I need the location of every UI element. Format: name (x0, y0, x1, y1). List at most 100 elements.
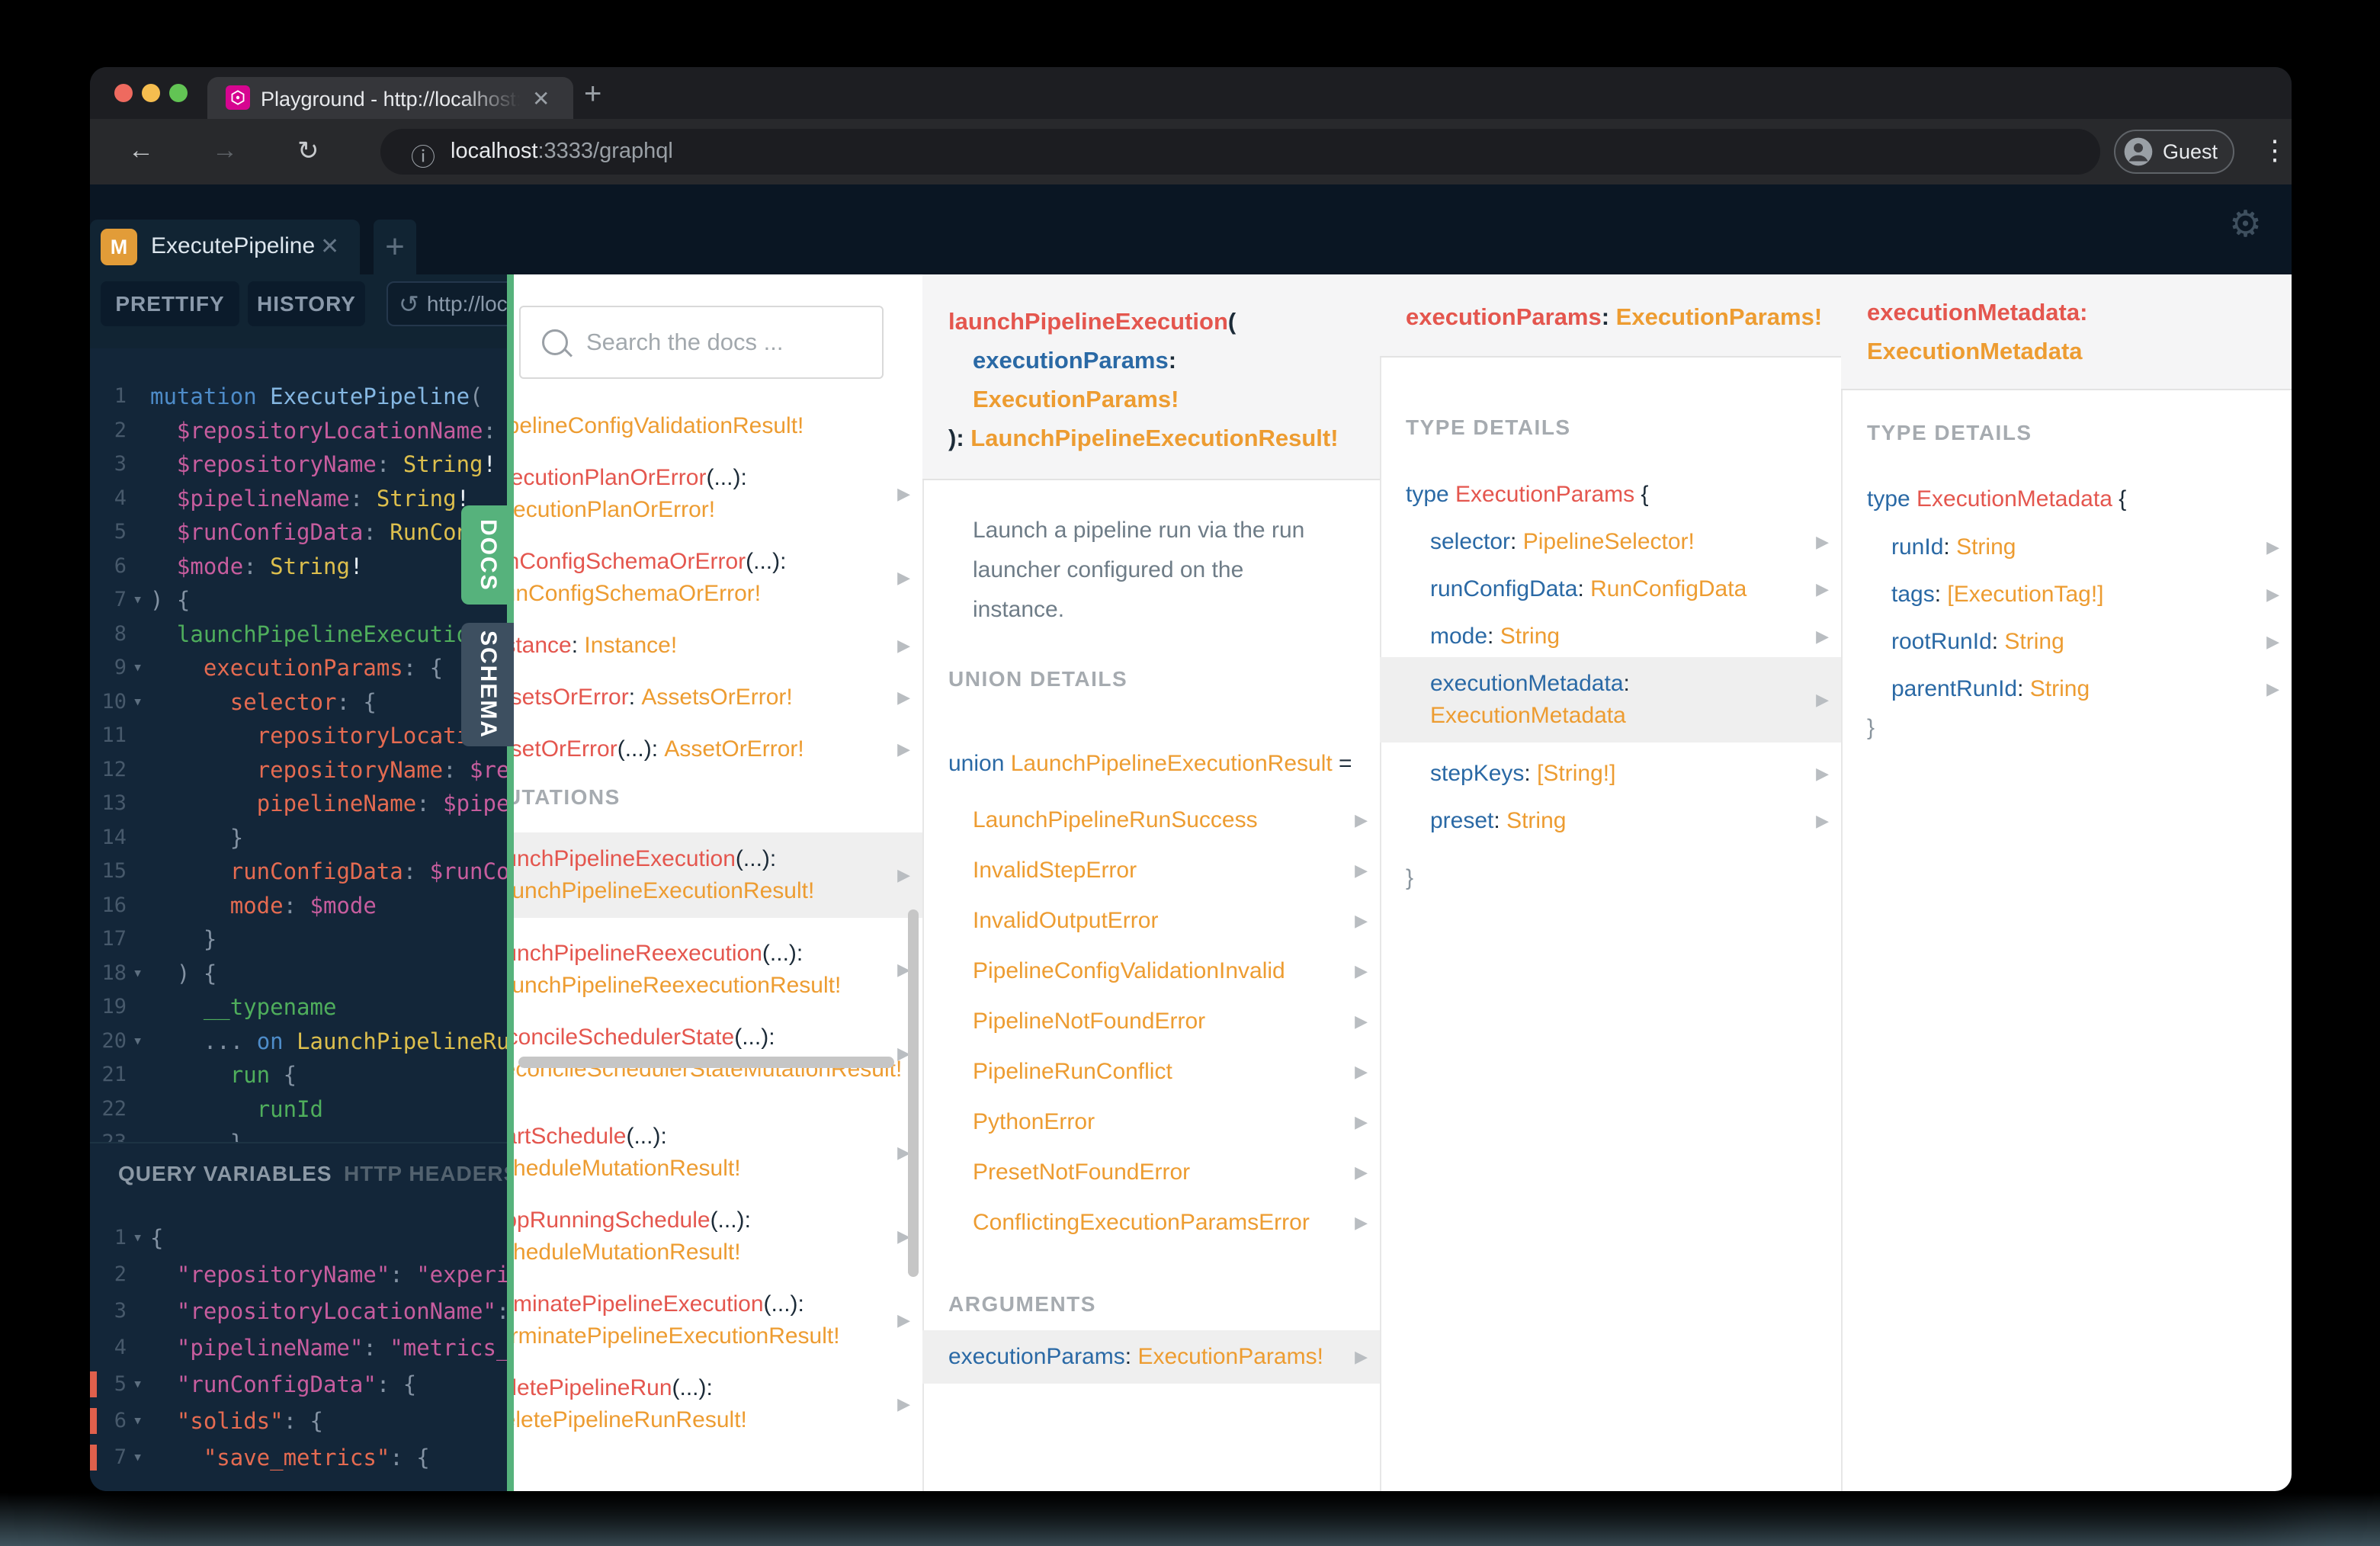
type-field[interactable]: runConfigData: RunConfigData ▶ (1380, 573, 1841, 605)
address-bar[interactable]: ⓘ localhost:3333/graphql (380, 129, 2100, 175)
tab-http-headers[interactable]: HTTP HEADERS (344, 1162, 507, 1186)
browser-tab[interactable]: Playground - http://localhost:3 ✕ (207, 77, 573, 119)
expand-arrow-icon[interactable]: ▶ (2266, 579, 2279, 611)
query-code-area[interactable]: 1 mutation ExecutePipeline(2 $repositoryL… (90, 348, 507, 1142)
tab-query-variables[interactable]: QUERY VARIABLES (118, 1162, 332, 1186)
doc-item[interactable]: startSchedule(...):ScheduleMutationResul… (514, 1121, 922, 1185)
fold-caret-icon[interactable]: ▾ (133, 1439, 143, 1476)
type-field[interactable]: rootRunId: String ▶ (1841, 626, 2292, 658)
union-member[interactable]: PipelineNotFoundError ▶ (973, 1006, 1380, 1038)
tab-close-icon[interactable]: ✕ (532, 86, 550, 111)
fold-caret-icon[interactable]: ▾ (133, 1220, 143, 1256)
type-field[interactable]: tags: [ExecutionTag!] ▶ (1841, 579, 2292, 611)
endpoint-input[interactable]: ↺ http://loc (387, 281, 507, 326)
expand-arrow-icon[interactable]: ▶ (897, 630, 910, 662)
expand-arrow-icon[interactable]: ▶ (897, 1304, 910, 1336)
expand-arrow-icon[interactable]: ▶ (1816, 573, 1829, 605)
session-tab[interactable]: M ExecutePipeline ✕ (90, 220, 360, 274)
doc-item[interactable]: reconcileSchedulerState(...):ReconcileSc… (514, 1022, 922, 1086)
union-member[interactable]: PipelineConfigValidationInvalid ▶ (973, 955, 1380, 987)
union-member[interactable]: LaunchPipelineRunSuccess ▶ (973, 804, 1380, 836)
schema-side-tab[interactable]: SCHEMA (461, 623, 515, 746)
expand-arrow-icon[interactable]: ▶ (1816, 526, 1829, 558)
fold-caret-icon[interactable]: ▾ (133, 583, 143, 617)
browser-menu-icon[interactable]: ⋮ (2261, 134, 2289, 166)
back-icon[interactable]: ← (128, 136, 154, 165)
union-member[interactable]: PipelineRunConflict ▶ (973, 1056, 1380, 1088)
minimize-window-button[interactable] (142, 84, 160, 102)
prettify-button[interactable]: PRETTIFY (101, 281, 239, 326)
endpoint-reload-icon[interactable]: ↺ (399, 290, 419, 319)
union-member[interactable]: PresetNotFoundError ▶ (973, 1156, 1380, 1188)
doc-item[interactable]: executionPlanOrError(...):ExecutionPlanO… (514, 462, 922, 526)
profile-chip[interactable]: Guest (2114, 130, 2234, 174)
doc-item[interactable]: PipelineConfigValidationResult! (514, 410, 922, 442)
expand-arrow-icon[interactable]: ▶ (897, 859, 910, 891)
docs-search-input[interactable]: Search the docs ... (519, 306, 884, 379)
fold-caret-icon[interactable]: ▾ (133, 1366, 143, 1403)
new-session-button[interactable]: + (374, 220, 416, 274)
expand-arrow-icon[interactable]: ▶ (897, 562, 910, 594)
expand-arrow-icon[interactable]: ▶ (1355, 1156, 1368, 1188)
expand-arrow-icon[interactable]: ▶ (1816, 758, 1829, 790)
reload-icon[interactable]: ↻ (297, 136, 319, 166)
argument-row[interactable]: executionParams: ExecutionParams! ▶ (922, 1330, 1380, 1384)
expand-arrow-icon[interactable]: ▶ (1355, 1207, 1368, 1239)
type-field[interactable]: preset: String ▶ (1380, 805, 1841, 837)
doc-item[interactable]: stopRunningSchedule(...):ScheduleMutatio… (514, 1204, 922, 1269)
doc-item[interactable]: terminatePipelineExecution(...): Terminat… (514, 1288, 922, 1352)
history-button[interactable]: HISTORY (248, 281, 365, 326)
expand-arrow-icon[interactable]: ▶ (2266, 531, 2279, 563)
close-window-button[interactable] (114, 84, 133, 102)
doc-item[interactable]: instance: Instance!▶ (514, 630, 922, 662)
expand-arrow-icon[interactable]: ▶ (1355, 955, 1368, 987)
new-tab-button[interactable]: + (584, 77, 601, 111)
expand-arrow-icon[interactable]: ▶ (897, 478, 910, 510)
expand-arrow-icon[interactable]: ▶ (1355, 1056, 1368, 1088)
doc-item[interactable]: assetOrError(...): AssetOrError!▶ (514, 733, 922, 765)
doc-item[interactable]: launchPipelineExecution(...):LaunchPipel… (514, 832, 922, 918)
type-field[interactable]: parentRunId: String ▶ (1841, 673, 2292, 705)
expand-arrow-icon[interactable]: ▶ (2266, 673, 2279, 705)
doc-item[interactable]: launchPipelineReexecution(...): LaunchPip… (514, 938, 922, 1002)
expand-arrow-icon[interactable]: ▶ (1816, 684, 1829, 716)
column-vertical-scrollbar[interactable] (908, 909, 919, 1277)
expand-arrow-icon[interactable]: ▶ (2266, 626, 2279, 658)
expand-arrow-icon[interactable]: ▶ (1355, 1106, 1368, 1138)
fold-caret-icon[interactable]: ▾ (133, 957, 143, 991)
column-horizontal-scrollbar[interactable] (518, 1057, 894, 1068)
type-field[interactable]: executionMetadata: ExecutionMetadata ▶ (1380, 657, 1841, 743)
zoom-window-button[interactable] (169, 84, 188, 102)
doc-item[interactable]: runConfigSchemaOrError(...):RunConfigSch… (514, 546, 922, 610)
type-field[interactable]: selector: PipelineSelector! ▶ (1380, 526, 1841, 558)
union-member[interactable]: InvalidOutputError ▶ (973, 905, 1380, 937)
forward-icon[interactable]: → (212, 136, 238, 165)
query-variables-panel[interactable]: QUERY VARIABLES HTTP HEADERS 1 ▾{2 "repos… (90, 1142, 507, 1491)
union-member[interactable]: InvalidStepError ▶ (973, 855, 1380, 887)
query-editor-panel[interactable]: PRETTIFY HISTORY ↺ http://loc 1 mutation … (90, 274, 507, 1491)
expand-arrow-icon[interactable]: ▶ (1816, 805, 1829, 837)
docs-panel-edge[interactable] (507, 274, 514, 1491)
type-field[interactable]: runId: String ▶ (1841, 531, 2292, 563)
expand-arrow-icon[interactable]: ▶ (1355, 1006, 1368, 1038)
site-info-icon[interactable]: ⓘ (411, 138, 435, 173)
expand-arrow-icon[interactable]: ▶ (1355, 1330, 1368, 1384)
docs-side-tab[interactable]: DOCS (461, 505, 515, 605)
expand-arrow-icon[interactable]: ▶ (1816, 621, 1829, 653)
doc-item[interactable]: assetsOrError: AssetsOrError!▶ (514, 682, 922, 714)
expand-arrow-icon[interactable]: ▶ (897, 733, 910, 765)
union-member[interactable]: ConflictingExecutionParamsError ▶ (973, 1207, 1380, 1239)
fold-caret-icon[interactable]: ▾ (133, 1025, 143, 1059)
union-member[interactable]: PythonError ▶ (973, 1106, 1380, 1138)
settings-gear-icon[interactable]: ⚙ (2229, 203, 2262, 245)
type-field[interactable]: stepKeys: [String!] ▶ (1380, 758, 1841, 790)
doc-item[interactable]: deletePipelineRun(...):DeletePipelineRun… (514, 1372, 922, 1436)
session-close-icon[interactable]: ✕ (320, 233, 339, 260)
fold-caret-icon[interactable]: ▾ (133, 1403, 143, 1439)
expand-arrow-icon[interactable]: ▶ (1355, 905, 1368, 937)
expand-arrow-icon[interactable]: ▶ (897, 682, 910, 714)
fold-caret-icon[interactable]: ▾ (133, 685, 143, 720)
fold-caret-icon[interactable]: ▾ (133, 651, 143, 685)
type-field[interactable]: mode: String ▶ (1380, 621, 1841, 653)
expand-arrow-icon[interactable]: ▶ (1355, 855, 1368, 887)
